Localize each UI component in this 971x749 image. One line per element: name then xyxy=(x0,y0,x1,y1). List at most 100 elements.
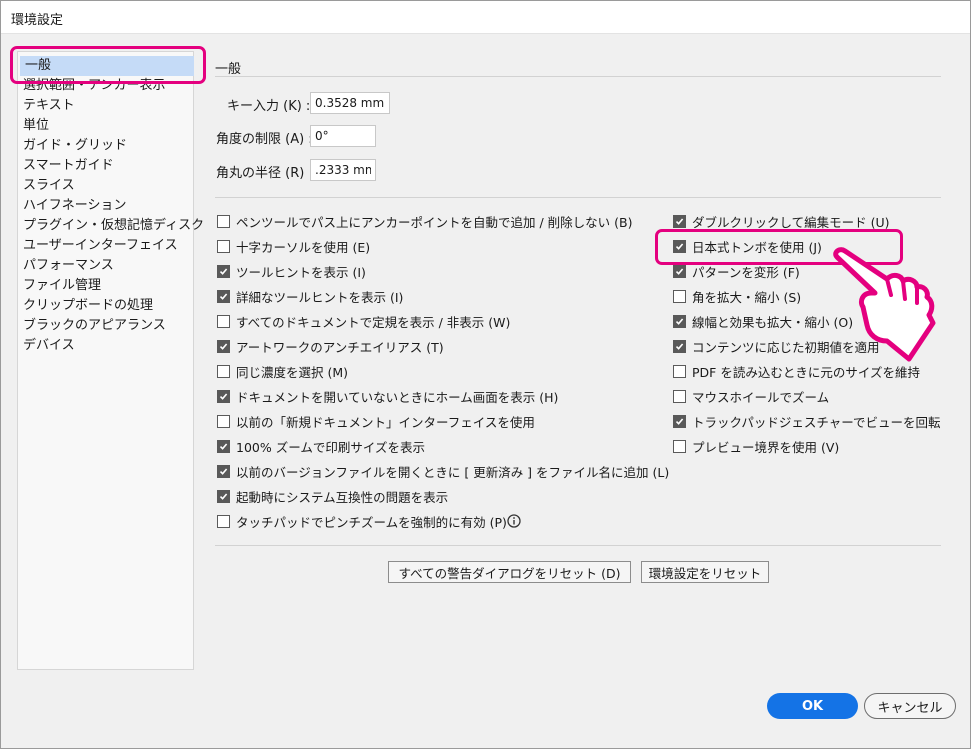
checkbox[interactable] xyxy=(217,214,230,228)
key-increment-input[interactable] xyxy=(310,92,390,114)
right-option-4[interactable]: 線幅と効果も拡大・縮小 (O) xyxy=(673,311,853,331)
sidebar-item-8[interactable]: プラグイン・仮想記憶ディスク xyxy=(18,216,204,236)
corner-radius-input[interactable] xyxy=(310,159,376,181)
options-divider xyxy=(215,197,941,198)
checkbox[interactable] xyxy=(673,389,686,403)
category-list[interactable]: 一般 選択範囲・アンカー表示 テキスト 単位 ガイド・グリッド スマートガイド スライス ハイ… xyxy=(17,51,204,670)
sidebar-item-5[interactable]: スマートガイド xyxy=(18,156,193,176)
ok-button[interactable]: OK xyxy=(767,693,858,719)
left-option-2[interactable]: ツールヒントを表示 (I) xyxy=(217,261,366,281)
checkbox[interactable] xyxy=(673,214,686,228)
option-label: プレビュー境界を使用 (V) xyxy=(692,439,840,455)
check-icon xyxy=(219,467,228,475)
checkbox[interactable] xyxy=(217,414,230,428)
option-label: タッチパッドでピンチズームを強制的に有効 (P) xyxy=(236,514,507,530)
checkbox[interactable] xyxy=(217,514,230,528)
check-icon xyxy=(675,217,684,225)
constrain-angle-input[interactable] xyxy=(310,125,376,147)
left-option-7[interactable]: ドキュメントを開いていないときにホーム画面を表示 (H) xyxy=(217,386,558,406)
check-icon xyxy=(219,392,228,400)
checkbox[interactable] xyxy=(673,264,686,278)
right-option-9[interactable]: プレビュー境界を使用 (V) xyxy=(673,436,839,456)
checkbox[interactable] xyxy=(217,389,230,403)
checkbox[interactable] xyxy=(217,339,230,353)
checkbox[interactable] xyxy=(673,364,686,378)
left-option-3[interactable]: 詳細なツールヒントを表示 (I) xyxy=(217,286,403,306)
left-option-1[interactable]: 十字カーソルを使用 (E) xyxy=(217,236,370,256)
left-option-11[interactable]: 起動時にシステム互換性の問題を表示 xyxy=(217,486,448,506)
checkbox[interactable] xyxy=(673,289,686,303)
option-label: すべてのドキュメントで定規を表示 / 非表示 (W) xyxy=(236,314,511,330)
checkbox[interactable] xyxy=(673,339,686,353)
checkbox[interactable] xyxy=(673,314,686,328)
sidebar-highlight-frame xyxy=(10,46,206,84)
checkbox[interactable] xyxy=(673,439,686,453)
sidebar-item-6[interactable]: スライス xyxy=(18,176,193,196)
option-label: PDF を読み込むときに元のサイズを維持 xyxy=(692,364,920,380)
sidebar-item-4[interactable]: ガイド・グリッド xyxy=(18,136,193,156)
option-label: 以前の「新規ドキュメント」インターフェイスを使用 xyxy=(236,414,535,430)
option-label: ダブルクリックして編集モード (U) xyxy=(692,214,890,230)
check-icon xyxy=(675,417,684,425)
checkbox[interactable] xyxy=(217,289,230,303)
option-label: ドキュメントを開いていないときにホーム画面を表示 (H) xyxy=(236,389,559,405)
sidebar-item-10[interactable]: パフォーマンス xyxy=(18,256,193,276)
preferences-dialog: 環境設定 一般 選択範囲・アンカー表示 テキスト 単位 ガイド・グリッド スマートガイドス… xyxy=(0,0,971,749)
cancel-button[interactable]: キャンセル xyxy=(864,693,956,719)
check-icon xyxy=(219,267,228,275)
sidebar-item-12[interactable]: クリップボードの処理 xyxy=(18,296,193,316)
option-label: アートワークのアンチエイリアス (T) xyxy=(236,339,444,355)
option-label: 同じ濃度を選択 (M) xyxy=(236,364,349,380)
checkbox[interactable] xyxy=(217,489,230,503)
sidebar-item-11[interactable]: ファイル管理 xyxy=(18,276,193,296)
title-bar: 環境設定 xyxy=(1,1,970,34)
checkbox[interactable] xyxy=(217,239,230,253)
sidebar-item-9[interactable]: ユーザーインターフェイス xyxy=(18,236,193,256)
checkbox[interactable] xyxy=(217,264,230,278)
bottom-divider xyxy=(215,545,941,546)
check-icon xyxy=(219,342,228,350)
sidebar-item-3[interactable]: 単位 xyxy=(18,116,193,136)
left-option-4[interactable]: すべてのドキュメントで定規を表示 / 非表示 (W) xyxy=(217,311,510,331)
checkbox[interactable] xyxy=(217,439,230,453)
right-option-6[interactable]: PDF を読み込むときに元のサイズを維持 xyxy=(673,361,920,381)
right-option-3[interactable]: 角を拡大・縮小 (S) xyxy=(673,286,801,306)
left-option-8[interactable]: 以前の「新規ドキュメント」インターフェイスを使用 xyxy=(217,411,535,431)
sidebar-item-2[interactable]: テキスト xyxy=(18,96,193,116)
info-icon[interactable] xyxy=(507,514,521,528)
check-icon xyxy=(219,292,228,300)
sidebar-item-13[interactable]: ブラックのアピアランス xyxy=(18,316,193,336)
right-option-7[interactable]: マウスホイールでズーム xyxy=(673,386,829,406)
corner-radius-label: 角丸の半径 (R) : xyxy=(216,166,313,181)
option-label: ペンツールでパス上にアンカーポイントを自動で追加 / 削除しない (B) xyxy=(236,214,633,230)
constrain-angle-label: 角度の制限 (A) : xyxy=(216,132,313,147)
left-option-5[interactable]: アートワークのアンチエイリアス (T) xyxy=(217,336,444,356)
check-icon xyxy=(675,342,684,350)
check-icon xyxy=(675,267,684,275)
right-option-8[interactable]: トラックパッドジェスチャーでビューを回転 xyxy=(673,411,941,431)
checkbox[interactable] xyxy=(217,314,230,328)
option-label: 100% ズームで印刷サイズを表示 xyxy=(236,439,425,455)
left-option-10[interactable]: 以前のバージョンファイルを開くときに [ 更新済み ] をファイル名に追加 (L… xyxy=(217,461,669,481)
option-label: 角を拡大・縮小 (S) xyxy=(692,289,802,305)
reset-warnings-button[interactable]: すべての警告ダイアログをリセット (D) xyxy=(388,561,631,583)
left-option-9[interactable]: 100% ズームで印刷サイズを表示 xyxy=(217,436,425,456)
left-option-12[interactable]: タッチパッドでピンチズームを強制的に有効 (P) xyxy=(217,511,507,531)
option-label: トラックパッドジェスチャーでビューを回転 xyxy=(692,414,941,430)
checkbox[interactable] xyxy=(217,364,230,378)
check-icon xyxy=(675,317,684,325)
option-label: 以前のバージョンファイルを開くときに [ 更新済み ] をファイル名に追加 (L… xyxy=(236,464,670,480)
left-option-6[interactable]: 同じ濃度を選択 (M) xyxy=(217,361,348,381)
checkbox[interactable] xyxy=(217,464,230,478)
section-divider xyxy=(215,76,941,77)
right-option-0[interactable]: ダブルクリックして編集モード (U) xyxy=(673,211,890,231)
sidebar-item-7[interactable]: ハイフネーション xyxy=(18,196,193,216)
left-option-0[interactable]: ペンツールでパス上にアンカーポイントを自動で追加 / 削除しない (B) xyxy=(217,211,632,231)
checkbox[interactable] xyxy=(673,414,686,428)
pointing-hand-icon xyxy=(833,247,936,362)
reset-preferences-button[interactable]: 環境設定をリセット xyxy=(641,561,769,583)
sidebar-item-14[interactable]: デバイス xyxy=(18,336,193,356)
option-label: 起動時にシステム互換性の問題を表示 xyxy=(236,489,449,505)
option-label: 十字カーソルを使用 (E) xyxy=(236,239,371,255)
option-label: 詳細なツールヒントを表示 (I) xyxy=(236,289,404,305)
